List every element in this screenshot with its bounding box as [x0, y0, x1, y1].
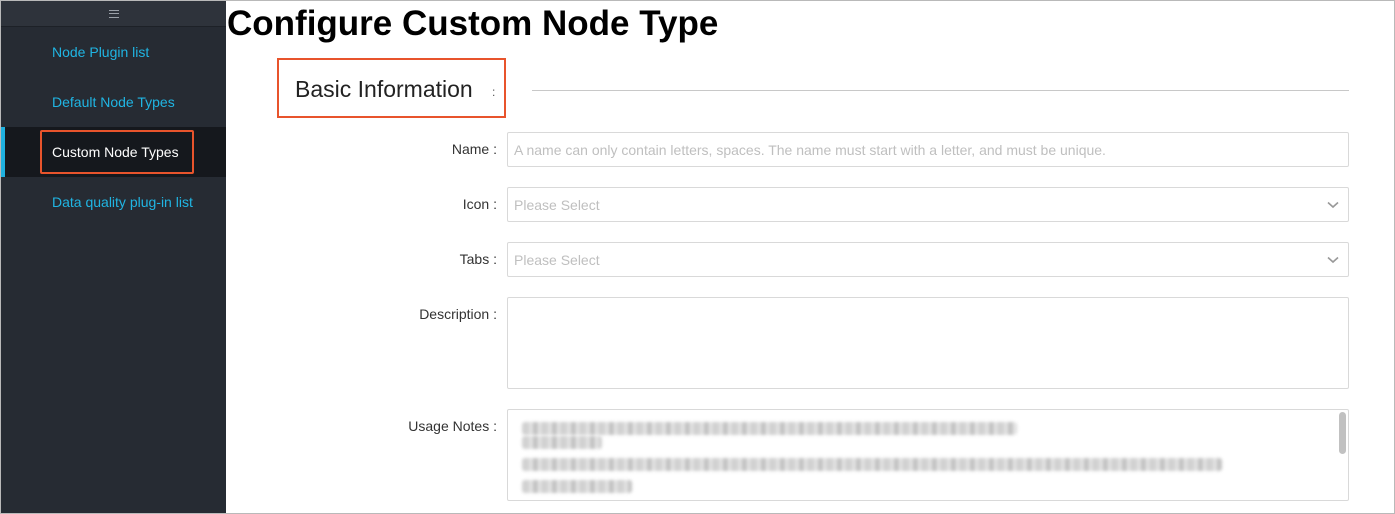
- sidebar-item-custom-node-types[interactable]: Custom Node Types: [1, 127, 226, 177]
- section-title-colon: :: [492, 85, 496, 99]
- hamburger-icon: [108, 9, 119, 18]
- sidebar-toggle-button[interactable]: [1, 1, 226, 27]
- description-label: Description :: [419, 306, 497, 322]
- usage-notes-editor[interactable]: [507, 409, 1349, 501]
- usage-notes-label: Usage Notes :: [408, 418, 497, 434]
- sidebar-item-label: Custom Node Types: [52, 144, 179, 160]
- blurred-text-line: [522, 480, 632, 493]
- blurred-text-line: [522, 458, 1222, 471]
- icon-select-placeholder: Please Select: [514, 196, 600, 213]
- sidebar-item-data-quality-plugin-list[interactable]: Data quality plug-in list: [1, 177, 226, 227]
- sidebar-item-label: Node Plugin list: [52, 44, 150, 60]
- usage-notes-scrollbar[interactable]: [1339, 412, 1346, 454]
- section-title: Basic Information: [295, 76, 473, 102]
- sidebar-item-default-node-types[interactable]: Default Node Types: [1, 77, 226, 127]
- page-title: Configure Custom Node Type: [227, 4, 719, 43]
- sidebar: Node Plugin list Default Node Types Cust…: [1, 1, 226, 513]
- chevron-down-icon: [1318, 243, 1348, 276]
- usage-notes-blurred-content: [522, 422, 1242, 500]
- chevron-down-icon: [1318, 188, 1348, 221]
- blurred-text-line: [522, 436, 602, 449]
- sidebar-item-label: Default Node Types: [52, 94, 175, 110]
- icon-label: Icon :: [462, 196, 497, 212]
- sidebar-item-node-plugin-list[interactable]: Node Plugin list: [1, 27, 226, 77]
- description-field-wrapper: [507, 297, 1349, 389]
- name-field-wrapper: [507, 132, 1349, 167]
- description-textarea[interactable]: [508, 298, 1348, 388]
- name-input[interactable]: [508, 133, 1348, 166]
- tabs-select-placeholder: Please Select: [514, 251, 600, 268]
- main-content: Configure Custom Node Type Basic Informa…: [226, 1, 1394, 513]
- sidebar-nav: Node Plugin list Default Node Types Cust…: [1, 27, 226, 227]
- active-indicator: [1, 127, 5, 177]
- sidebar-item-label: Data quality plug-in list: [52, 194, 193, 210]
- section-divider: [532, 90, 1349, 91]
- name-label: Name :: [451, 141, 497, 157]
- tabs-select[interactable]: Please Select: [507, 242, 1349, 277]
- tabs-label: Tabs :: [459, 251, 497, 267]
- icon-select[interactable]: Please Select: [507, 187, 1349, 222]
- blurred-text-line: [522, 422, 1017, 435]
